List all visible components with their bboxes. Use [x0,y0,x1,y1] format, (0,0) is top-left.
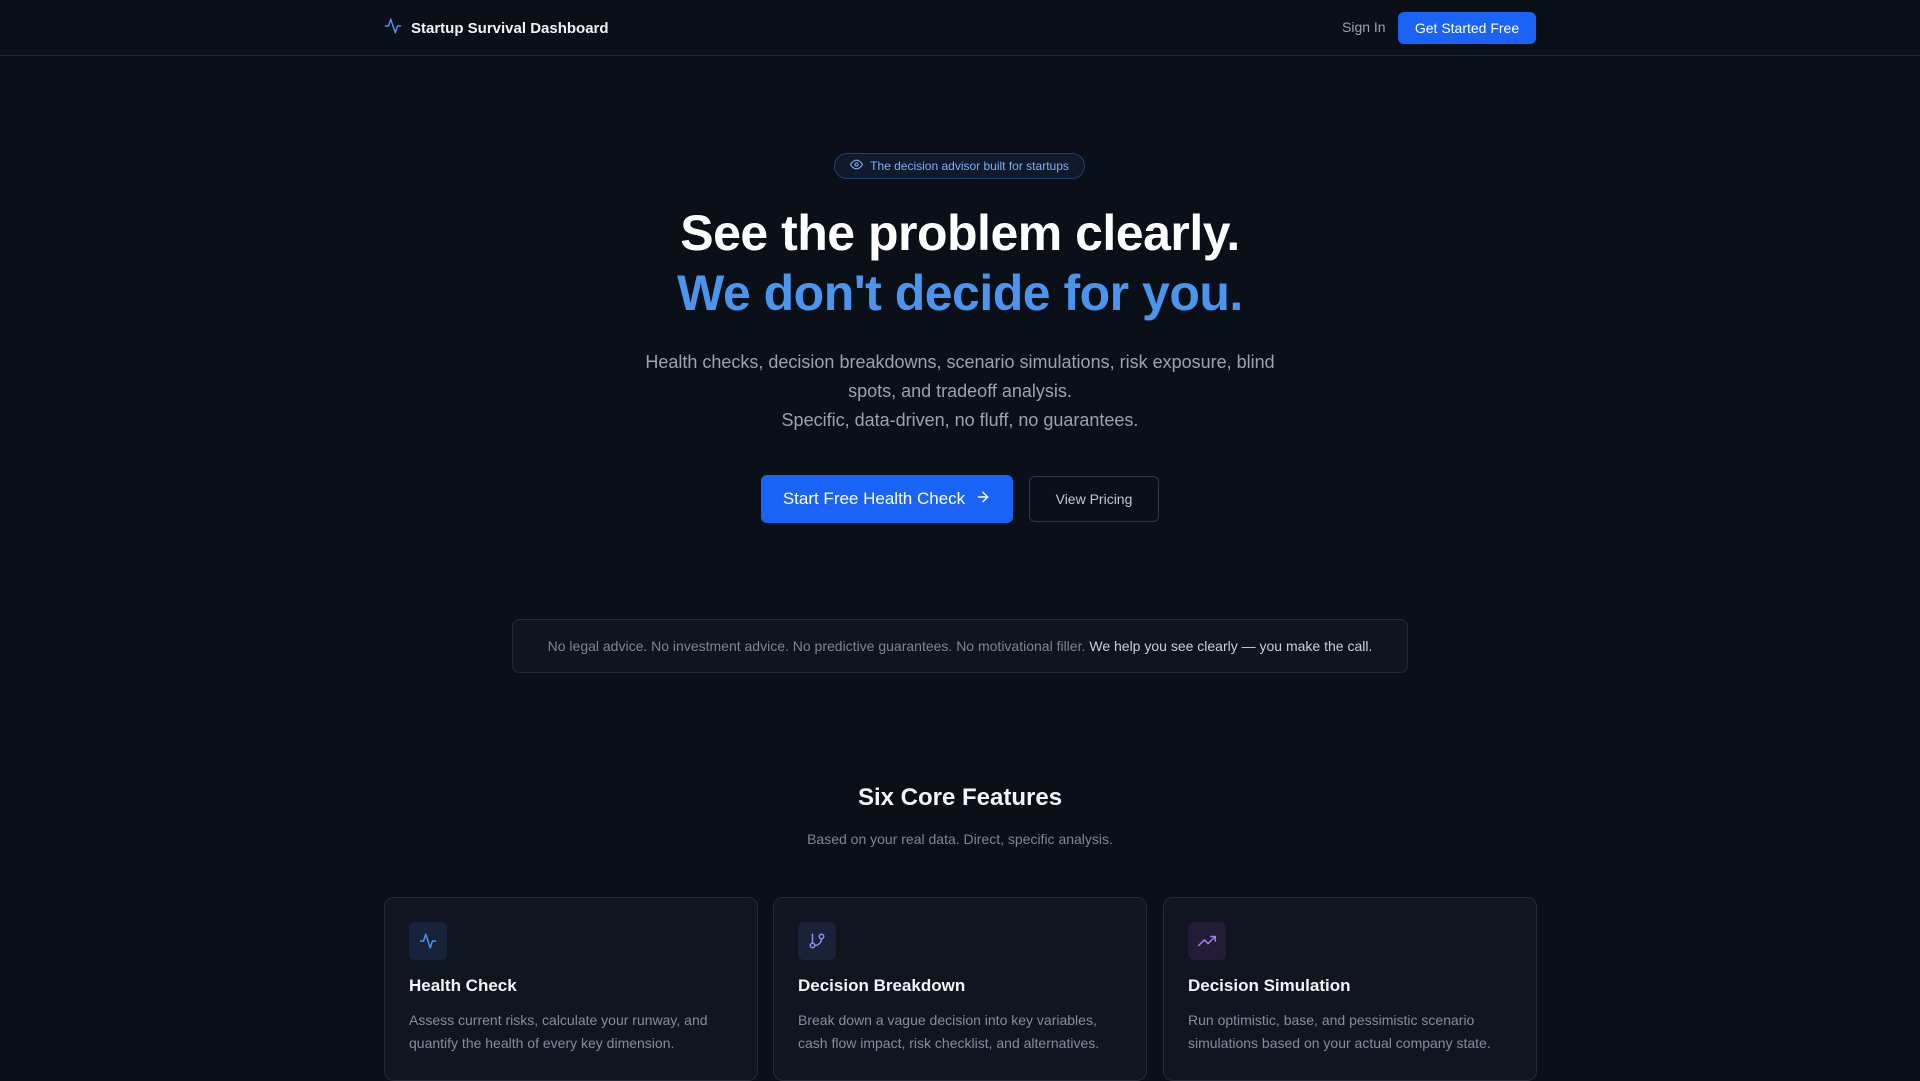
eye-icon [850,158,864,174]
view-pricing-button[interactable]: View Pricing [1029,476,1159,522]
feature-description: Break down a vague decision into key var… [798,1012,1100,1051]
start-health-check-button[interactable]: Start Free Health Check [761,475,1013,523]
feature-card-decision-breakdown[interactable]: Decision Breakdown Break down a vague de… [773,897,1147,1081]
features-title: Six Core Features [857,784,1063,811]
get-started-button[interactable]: Get Started Free [1398,12,1536,44]
hero-badge: The decision advisor built for startups [834,153,1085,179]
hero-subtitle-line2: Specific, data-driven, no fluff, no guar… [781,410,1139,430]
hero-badge-text: The decision advisor built for startups [870,159,1069,173]
trending-up-icon [1188,922,1226,960]
start-health-check-label: Start Free Health Check [782,489,966,508]
activity-icon [409,922,447,960]
feature-description: Run optimistic, base, and pessimistic sc… [1188,1012,1491,1051]
hero-title-line1: See the problem clearly. [680,205,1240,261]
activity-icon [384,17,402,39]
hero-subtitle-line1: Health checks, decision breakdowns, scen… [645,352,1275,401]
feature-card-health-check[interactable]: Health Check Assess current risks, calcu… [384,897,758,1081]
hero-subtitle: Health checks, decision breakdowns, scen… [620,348,1300,435]
disclaimer-emphasis-text: We help you see clearly — you make the c… [1089,638,1373,654]
feature-description: Assess current risks, calculate your run… [409,1012,708,1051]
feature-title: Decision Simulation [1188,976,1351,995]
feature-card-decision-simulation[interactable]: Decision Simulation Run optimistic, base… [1163,897,1537,1081]
features-subtitle: Based on your real data. Direct, specifi… [807,831,1113,847]
arrow-right-icon [975,489,991,510]
brand-name: Startup Survival Dashboard [411,19,609,37]
disclaimer-muted-text: No legal advice. No investment advice. N… [547,638,1086,654]
feature-title: Health Check [409,976,517,995]
hero-title-line2: We don't decide for you. [677,265,1243,321]
git-branch-icon [798,922,836,960]
disclaimer-box: No legal advice. No investment advice. N… [512,619,1408,673]
brand-logo-link[interactable]: Startup Survival Dashboard [384,17,609,39]
feature-title: Decision Breakdown [798,976,966,995]
top-navbar: Startup Survival Dashboard Sign In Get S… [0,0,1920,56]
sign-in-link[interactable]: Sign In [1342,19,1386,35]
